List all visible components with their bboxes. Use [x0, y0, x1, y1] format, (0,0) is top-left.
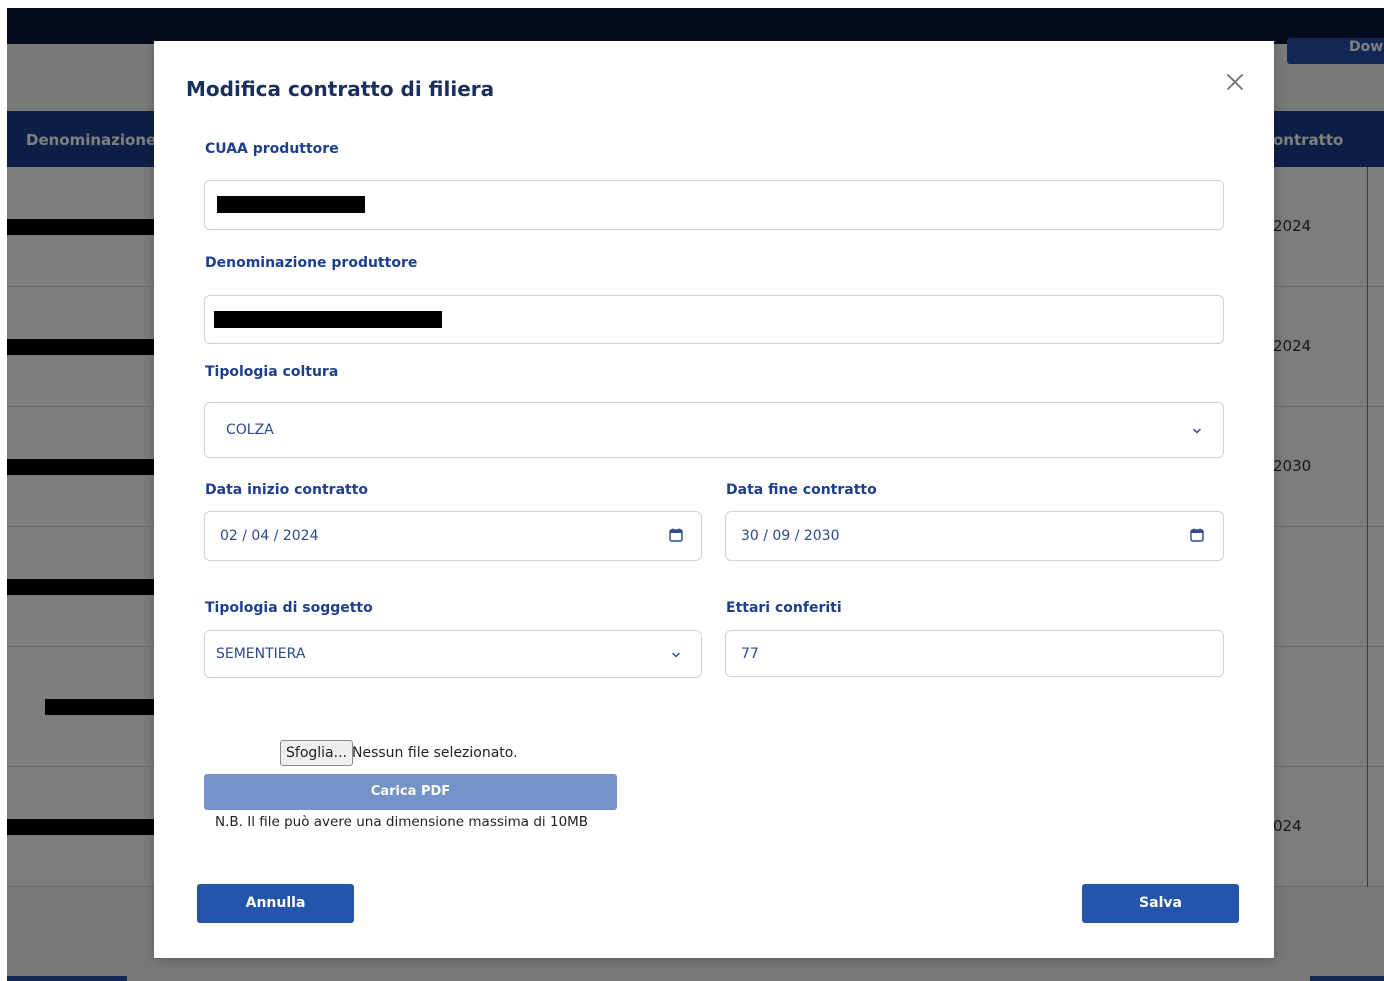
calendar-icon[interactable]	[668, 527, 684, 543]
save-button[interactable]: Salva	[1082, 884, 1239, 923]
upload-pdf-button[interactable]: Carica PDF	[204, 774, 617, 810]
tipologia-coltura-selected: COLZA	[226, 422, 274, 438]
tipologia-coltura-label: Tipologia coltura	[205, 364, 339, 380]
data-fine-label: Data fine contratto	[726, 482, 877, 498]
ettari-label: Ettari conferiti	[726, 600, 842, 616]
data-fine-input[interactable]: 30 / 09 / 2030	[725, 511, 1224, 561]
denominazione-input[interactable]	[204, 295, 1224, 344]
modal-title: Modifica contratto di filiera	[186, 77, 495, 101]
data-fine-value: 30 / 09 / 2030	[741, 528, 840, 544]
tipologia-soggetto-selected: SEMENTIERA	[216, 646, 306, 662]
data-inizio-input[interactable]: 02 / 04 / 2024	[204, 511, 702, 561]
chevron-down-icon	[1193, 428, 1201, 434]
tipologia-soggetto-label: Tipologia di soggetto	[205, 600, 373, 616]
redacted-value	[214, 311, 442, 328]
redacted-value	[217, 196, 365, 213]
close-button[interactable]	[1222, 69, 1248, 95]
data-inizio-label: Data inizio contratto	[205, 482, 369, 498]
file-size-note: N.B. Il file può avere una dimensione ma…	[215, 814, 589, 830]
tipologia-coltura-select[interactable]: COLZA	[204, 402, 1224, 458]
file-status-text: Nessun file selezionato.	[352, 745, 518, 761]
ettari-input[interactable]: 77	[725, 630, 1224, 677]
data-inizio-value: 02 / 04 / 2024	[220, 528, 319, 544]
tipologia-soggetto-select[interactable]: SEMENTIERA	[204, 630, 702, 678]
cuaa-label: CUAA produttore	[205, 141, 339, 157]
cancel-button[interactable]: Annulla	[197, 884, 354, 923]
ettari-value: 77	[741, 646, 759, 662]
calendar-icon[interactable]	[1189, 527, 1205, 543]
cuaa-input[interactable]	[204, 180, 1224, 230]
denominazione-label: Denominazione produttore	[205, 255, 418, 271]
file-browse-button[interactable]: Sfoglia...	[280, 740, 353, 766]
close-icon	[1227, 74, 1243, 90]
viewport: Dow Denominazione p ontratto 2024 2024 2…	[0, 0, 1384, 981]
chevron-down-icon	[672, 652, 680, 658]
edit-contract-modal: Modifica contratto di filiera CUAA produ…	[154, 41, 1274, 958]
